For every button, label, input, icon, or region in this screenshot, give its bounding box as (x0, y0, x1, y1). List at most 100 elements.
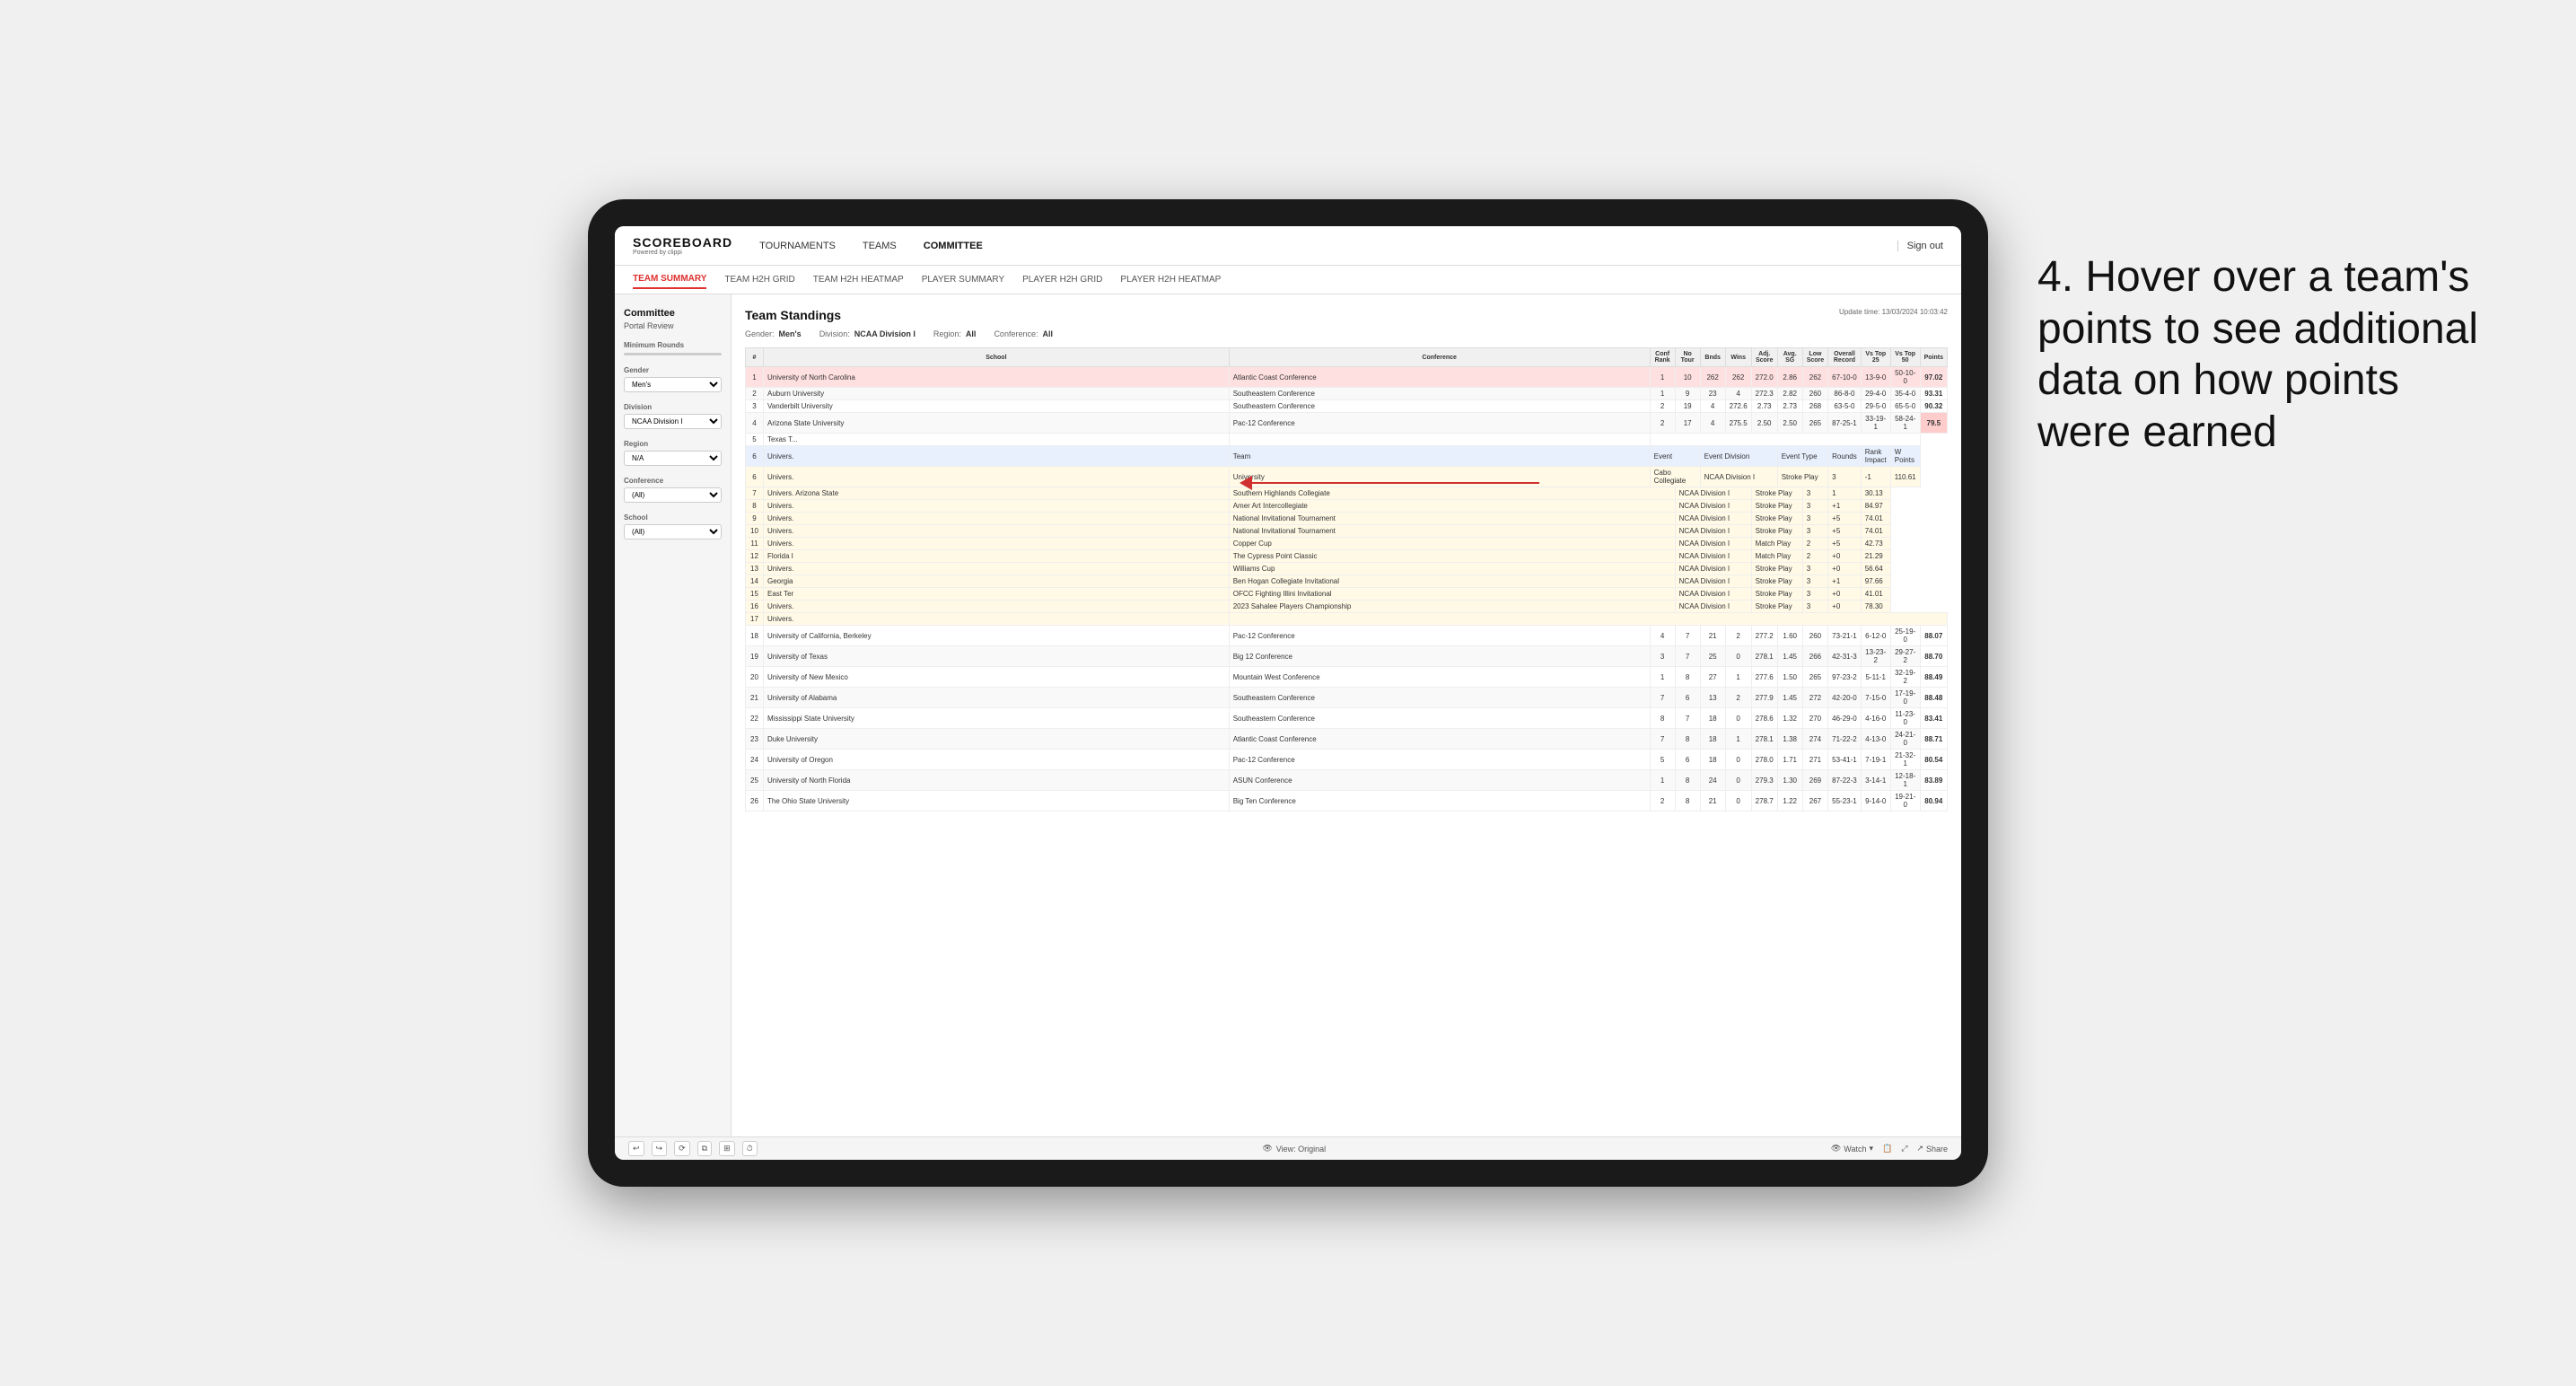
table-row: 4 Arizona State University Pac-12 Confer… (746, 413, 1948, 434)
cell-avg-sg: 1.45 (1777, 646, 1802, 667)
cell-rounds: 3 (1828, 467, 1862, 487)
sidebar-select-gender[interactable]: Men's (624, 377, 722, 392)
toolbar-redo-button[interactable]: ↪ (652, 1141, 668, 1156)
cell-rank: 1 (746, 367, 764, 388)
cell-low-score: 260 (1802, 626, 1827, 646)
nav-committee[interactable]: COMMITTEE (924, 237, 983, 255)
cell-rounds: 3 (1802, 513, 1827, 525)
cell-school: Univers. (764, 513, 1230, 525)
tooltip-row: 12 Florida I The Cypress Point Classic N… (746, 550, 1948, 563)
cell-team: Team (1229, 446, 1650, 467)
cell-bnds: 13 (1700, 688, 1725, 708)
cell-points[interactable]: 88.49 (1920, 667, 1947, 688)
cell-school: University of North Florida (764, 770, 1230, 791)
cell-rank: 6 (746, 446, 764, 467)
watch-button[interactable]: 👁 Watch ▾ (1831, 1144, 1873, 1154)
cell-vs-top25: 13-9-0 (1861, 367, 1890, 388)
sidebar-section-conference: Conference (All) (624, 477, 722, 503)
nav-tournaments[interactable]: TOURNAMENTS (759, 237, 836, 255)
cell-wins: 272.6 (1725, 400, 1751, 413)
cell-spacer (1650, 434, 1920, 446)
cell-event-division: NCAA Division I (1675, 500, 1751, 513)
share-button[interactable]: ↗ Share (1916, 1144, 1948, 1154)
cell-school: Vanderbilt University (764, 400, 1230, 413)
tab-team-h2h-grid[interactable]: TEAM H2H GRID (724, 271, 794, 288)
sidebar-slider-min-rounds[interactable] (624, 353, 722, 355)
annotation-text: 4. Hover over a team's points to see add… (2037, 251, 2504, 458)
cell-school: Florida I (764, 550, 1230, 563)
cell-wins: 262 (1725, 367, 1751, 388)
cell-vs-top50: 35-4-0 (1890, 388, 1920, 400)
cell-conf-rank: 8 (1650, 708, 1675, 729)
cell-overall-record: 67-10-0 (1828, 367, 1862, 388)
sidebar-label-min-rounds: Minimum Rounds (624, 341, 722, 349)
cell-w-points: 110.61 (1890, 467, 1920, 487)
cell-school: Univers. (764, 613, 1230, 626)
cell-points[interactable]: 88.07 (1920, 626, 1947, 646)
table-row: 2 Auburn University Southeastern Confere… (746, 388, 1948, 400)
toolbar-timer-button[interactable]: ⏱ (742, 1141, 758, 1156)
tooltip-row: 11 Univers. Copper Cup NCAA Division I M… (746, 538, 1948, 550)
th-conf-rank: Conf Rank (1650, 348, 1675, 367)
tab-player-h2h-grid[interactable]: PLAYER H2H GRID (1022, 271, 1102, 288)
cell-rank-impact: +0 (1828, 550, 1862, 563)
cell-points[interactable]: 88.70 (1920, 646, 1947, 667)
cell-adj-score: 277.2 (1751, 626, 1777, 646)
cell-points[interactable]: 80.94 (1920, 791, 1947, 811)
cell-rank: 11 (746, 538, 764, 550)
sidebar-select-region[interactable]: N/A (624, 451, 722, 466)
cell-no-tour: 10 (1675, 367, 1700, 388)
cell-w-points: 74.01 (1861, 513, 1890, 525)
cell-points[interactable]: 90.32 (1920, 400, 1947, 413)
cell-points[interactable]: 88.71 (1920, 729, 1947, 750)
sidebar-select-division[interactable]: NCAA Division I (624, 414, 722, 429)
tab-team-h2h-heatmap[interactable]: TEAM H2H HEATMAP (813, 271, 904, 288)
sidebar-subtitle: Portal Review (624, 321, 722, 330)
th-no-tour: No Tour (1675, 348, 1700, 367)
toolbar-grid-button[interactable]: ⊞ (719, 1141, 735, 1156)
cell-points[interactable]: 93.31 (1920, 388, 1947, 400)
tab-player-h2h-heatmap[interactable]: PLAYER H2H HEATMAP (1120, 271, 1221, 288)
cell-avg-sg: 2.86 (1777, 367, 1802, 388)
cell-rounds: 3 (1802, 575, 1827, 588)
cell-vs-top50: 58-24-1 (1890, 413, 1920, 434)
cell-points[interactable]: 88.48 (1920, 688, 1947, 708)
tab-player-summary[interactable]: PLAYER SUMMARY (922, 271, 1004, 288)
nav-teams[interactable]: TEAMS (863, 237, 897, 255)
cell-overall-record: 42-31-3 (1828, 646, 1862, 667)
cell-low-score: 268 (1802, 400, 1827, 413)
cell-avg-sg: 1.50 (1777, 667, 1802, 688)
toolbar-refresh-button[interactable]: ⟳ (674, 1141, 690, 1156)
cell-points[interactable]: 83.41 (1920, 708, 1947, 729)
toolbar-copy-button[interactable]: ⧉ (697, 1141, 712, 1156)
tab-team-summary[interactable]: TEAM SUMMARY (633, 270, 706, 289)
tooltip-row: 16 Univers. 2023 Sahalee Players Champio… (746, 601, 1948, 613)
view-label[interactable]: View: Original (1276, 1145, 1326, 1154)
cell-points[interactable]: 83.89 (1920, 770, 1947, 791)
table-row: 24 University of Oregon Pac-12 Conferenc… (746, 750, 1948, 770)
cell-low-score: 266 (1802, 646, 1827, 667)
update-time-label: Update time: (1839, 308, 1879, 316)
cell-event-type: Stroke Play (1751, 575, 1802, 588)
sidebar-select-school[interactable]: (All) (624, 524, 722, 539)
cell-school: Univers. (764, 525, 1230, 538)
sidebar-select-conference[interactable]: (All) (624, 487, 722, 503)
cell-w-points: 21.29 (1861, 550, 1890, 563)
cell-spacer (1229, 613, 1947, 626)
cell-points[interactable]: 79.5 (1920, 413, 1947, 434)
cell-school: Auburn University (764, 388, 1230, 400)
clipboard-button[interactable]: 📋 (1882, 1144, 1892, 1154)
cell-rank: 13 (746, 563, 764, 575)
filters-row: Gender: Men's Division: NCAA Division I … (745, 329, 1948, 338)
cell-school: Georgia (764, 575, 1230, 588)
sidebar-label-gender: Gender (624, 366, 722, 374)
cell-points[interactable]: 80.54 (1920, 750, 1947, 770)
cell-wins: 0 (1725, 791, 1751, 811)
expand-button[interactable]: ⤢ (1901, 1144, 1907, 1154)
sign-out-button[interactable]: Sign out (1897, 241, 1943, 251)
cell-points[interactable]: 97.02 (1920, 367, 1947, 388)
cell-avg-sg: 1.71 (1777, 750, 1802, 770)
toolbar-undo-button[interactable]: ↩ (628, 1141, 644, 1156)
cell-rank: 14 (746, 575, 764, 588)
th-conference: Conference (1229, 348, 1650, 367)
